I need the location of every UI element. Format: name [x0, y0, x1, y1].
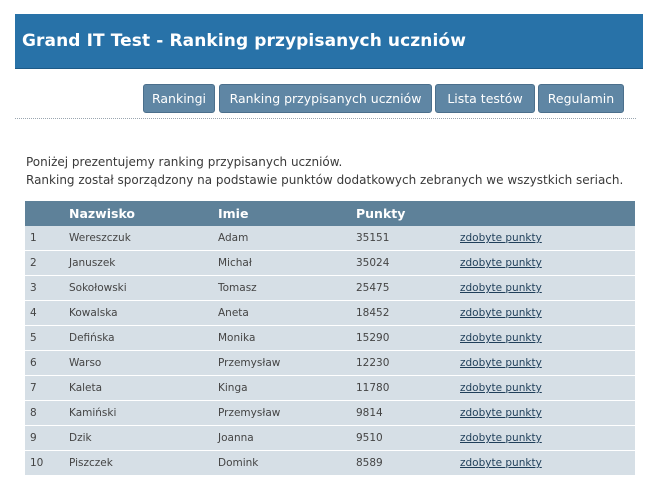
page-title: Grand IT Test - Ranking przypisanych ucz… — [22, 31, 467, 51]
row-num: 8 — [30, 407, 37, 419]
row-punkty: 12230 — [356, 357, 390, 369]
row-nazwisko: Warso — [69, 357, 102, 369]
nav-button-ranking-przypisanych[interactable]: Ranking przypisanych uczniów — [219, 84, 432, 113]
row-punkty: 11780 — [356, 382, 390, 394]
table-row: 3 Sokołowski Tomasz 25475 zdobyte punkty — [25, 276, 635, 301]
row-nazwisko: Defińska — [69, 332, 115, 344]
intro-line-2: Ranking został sporządzony na podstawie … — [26, 173, 624, 187]
zdobyte-punkty-link[interactable]: zdobyte punkty — [460, 276, 542, 300]
row-nazwisko: Kowalska — [69, 307, 118, 319]
row-nazwisko: Piszczek — [69, 457, 113, 469]
zdobyte-punkty-link[interactable]: zdobyte punkty — [460, 326, 542, 350]
table-row: 1 Wereszczuk Adam 35151 zdobyte punkty — [25, 226, 635, 251]
row-num: 9 — [30, 432, 37, 444]
row-num: 7 — [30, 382, 37, 394]
table-row: 9 Dzik Joanna 9510 zdobyte punkty — [25, 426, 635, 451]
zdobyte-punkty-link[interactable]: zdobyte punkty — [460, 426, 542, 450]
zdobyte-punkty-link[interactable]: zdobyte punkty — [460, 301, 542, 325]
nav-button-lista-testow[interactable]: Lista testów — [435, 84, 535, 113]
row-imie: Kinga — [218, 382, 248, 394]
zdobyte-punkty-link[interactable]: zdobyte punkty — [460, 401, 542, 425]
nav-button-rankingi[interactable]: Rankingi — [143, 84, 215, 113]
row-punkty: 25475 — [356, 282, 390, 294]
header-punkty: Punkty — [356, 206, 406, 221]
row-imie: Adam — [218, 232, 249, 244]
header-nazwisko: Nazwisko — [69, 206, 136, 221]
zdobyte-punkty-link[interactable]: zdobyte punkty — [460, 451, 542, 475]
table-row: 10 Piszczek Domink 8589 zdobyte punkty — [25, 451, 635, 476]
zdobyte-punkty-link[interactable]: zdobyte punkty — [460, 351, 542, 375]
row-nazwisko: Dzik — [69, 432, 92, 444]
row-imie: Przemysław — [218, 407, 281, 419]
nav-divider — [15, 118, 636, 119]
table-body: 1 Wereszczuk Adam 35151 zdobyte punkty 2 Janus… — [25, 226, 635, 476]
row-imie: Joanna — [218, 432, 254, 444]
row-nazwisko: Kaleta — [69, 382, 103, 394]
row-nazwisko: Kamiński — [69, 407, 117, 419]
row-num: 6 — [30, 357, 37, 369]
main-nav: Rankingi Ranking przypisanych uczniów Li… — [0, 84, 652, 114]
row-num: 5 — [30, 332, 37, 344]
row-imie: Aneta — [218, 307, 249, 319]
row-punkty: 35024 — [356, 257, 390, 269]
row-imie: Michał — [218, 257, 252, 269]
row-punkty: 35151 — [356, 232, 390, 244]
table-row: 8 Kamiński Przemysław 9814 zdobyte punkty — [25, 401, 635, 426]
table-row: 4 Kowalska Aneta 18452 zdobyte punkty — [25, 301, 635, 326]
row-punkty: 15290 — [356, 332, 390, 344]
table-row: 6 Warso Przemysław 12230 zdobyte punkty — [25, 351, 635, 376]
nav-button-regulamin[interactable]: Regulamin — [538, 84, 624, 113]
row-nazwisko: Wereszczuk — [69, 232, 131, 244]
row-num: 4 — [30, 307, 37, 319]
zdobyte-punkty-link[interactable]: zdobyte punkty — [460, 251, 542, 275]
row-punkty: 18452 — [356, 307, 390, 319]
zdobyte-punkty-link[interactable]: zdobyte punkty — [460, 376, 542, 400]
row-num: 2 — [30, 257, 37, 269]
row-imie: Monika — [218, 332, 256, 344]
intro-text: Poniżej prezentujemy ranking przypisanyc… — [26, 153, 623, 189]
row-punkty: 8589 — [356, 457, 383, 469]
row-punkty: 9814 — [356, 407, 383, 419]
table-row: 7 Kaleta Kinga 11780 zdobyte punkty — [25, 376, 635, 401]
row-num: 3 — [30, 282, 37, 294]
row-imie: Tomasz — [218, 282, 257, 294]
row-nazwisko: Sokołowski — [69, 282, 127, 294]
zdobyte-punkty-link[interactable]: zdobyte punkty — [460, 226, 542, 250]
table-row: 5 Defińska Monika 15290 zdobyte punkty — [25, 326, 635, 351]
ranking-table: Nazwisko Imie Punkty 1 Wereszczuk Adam 3515… — [25, 201, 635, 476]
page-header: Grand IT Test - Ranking przypisanych ucz… — [15, 14, 643, 69]
header-imie: Imie — [218, 206, 249, 221]
row-nazwisko: Januszek — [69, 257, 116, 269]
row-punkty: 9510 — [356, 432, 383, 444]
table-row: 2 Januszek Michał 35024 zdobyte punkty — [25, 251, 635, 276]
intro-line-1: Poniżej prezentujemy ranking przypisanyc… — [26, 155, 343, 169]
row-num: 1 — [30, 232, 37, 244]
row-imie: Domink — [218, 457, 259, 469]
table-header-row: Nazwisko Imie Punkty — [25, 201, 635, 226]
row-imie: Przemysław — [218, 357, 281, 369]
row-num: 10 — [30, 457, 44, 469]
